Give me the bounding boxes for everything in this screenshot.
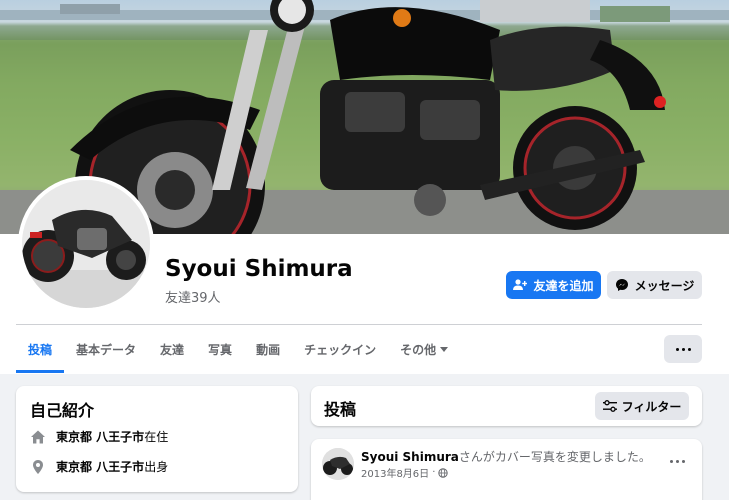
filter-button[interactable]: フィルター bbox=[595, 392, 689, 420]
add-friend-icon bbox=[513, 279, 528, 290]
tab-photos-label: 写真 bbox=[208, 342, 233, 357]
post-date[interactable]: 2013年8月6日 bbox=[361, 465, 429, 480]
tab-friends[interactable]: 友達 bbox=[148, 325, 196, 373]
post-author-name[interactable]: Syoui Shimura bbox=[361, 450, 459, 464]
profile-header: Syoui Shimura 友達39人 友達を追加 メッセージ 投稿 基本データ… bbox=[0, 0, 729, 374]
post-card: Syoui Shimuraさんがカバー写真を変更しました。 2013年8月6日 … bbox=[311, 439, 702, 500]
from-suffix: 出身 bbox=[144, 460, 169, 474]
post-options-dots-icon bbox=[669, 459, 685, 463]
intro-lives-in: 東京都 八王子市在住 bbox=[30, 428, 168, 445]
profile-tabs: 投稿 基本データ 友達 写真 動画 チェックイン その他 bbox=[16, 325, 460, 373]
caret-down-icon bbox=[440, 346, 449, 352]
profile-name: Syoui Shimura bbox=[165, 256, 353, 282]
add-friend-label: 友達を追加 bbox=[533, 278, 594, 293]
filter-sliders-icon bbox=[602, 400, 617, 412]
tab-posts-label: 投稿 bbox=[28, 342, 53, 357]
tab-posts[interactable]: 投稿 bbox=[16, 325, 65, 373]
post-meta-separator: · bbox=[432, 467, 436, 478]
post-headline: Syoui Shimuraさんがカバー写真を変更しました。 bbox=[361, 448, 651, 465]
post-author-avatar[interactable] bbox=[322, 448, 354, 480]
add-friend-button[interactable]: 友達を追加 bbox=[506, 271, 601, 299]
intro-from: 東京都 八王子市出身 bbox=[30, 458, 168, 475]
intro-card: 自己紹介 東京都 八王子市在住 東京都 八王子市出身 bbox=[16, 386, 298, 492]
message-button[interactable]: メッセージ bbox=[607, 271, 702, 299]
tab-photos[interactable]: 写真 bbox=[196, 325, 244, 373]
more-dots-icon bbox=[675, 347, 691, 351]
profile-avatar[interactable] bbox=[18, 176, 154, 312]
tab-more[interactable]: その他 bbox=[388, 325, 460, 373]
tab-check-ins-label: チェックイン bbox=[304, 342, 377, 357]
post-action-text: さんがカバー写真を変更しました。 bbox=[458, 450, 651, 464]
tab-videos-label: 動画 bbox=[256, 342, 281, 357]
filter-label: フィルター bbox=[621, 399, 682, 414]
tab-friends-label: 友達 bbox=[160, 342, 185, 357]
friends-count[interactable]: 友達39人 bbox=[165, 287, 221, 306]
intro-title: 自己紹介 bbox=[30, 401, 95, 420]
post-meta: 2013年8月6日 · bbox=[361, 465, 449, 480]
tab-more-label: その他 bbox=[400, 342, 437, 357]
profile-more-button[interactable] bbox=[664, 335, 702, 363]
post-avatar-motorcycle-image bbox=[322, 448, 354, 480]
home-icon bbox=[31, 430, 45, 443]
lives-in-text: 東京都 八王子市在住 bbox=[56, 428, 168, 445]
lives-in-place[interactable]: 東京都 八王子市 bbox=[56, 430, 144, 444]
tab-check-ins[interactable]: チェックイン bbox=[292, 325, 388, 373]
posts-title: 投稿 bbox=[324, 400, 357, 419]
from-place[interactable]: 東京都 八王子市 bbox=[56, 460, 144, 474]
avatar-motorcycle-image bbox=[22, 180, 150, 308]
lives-in-suffix: 在住 bbox=[144, 430, 169, 444]
from-text: 東京都 八王子市出身 bbox=[56, 458, 168, 475]
location-pin-icon bbox=[33, 459, 43, 474]
messenger-icon bbox=[615, 279, 628, 291]
tab-about[interactable]: 基本データ bbox=[64, 325, 148, 373]
post-options-button[interactable] bbox=[665, 451, 689, 471]
globe-icon bbox=[438, 467, 449, 478]
message-label: メッセージ bbox=[634, 278, 695, 293]
tab-about-label: 基本データ bbox=[76, 342, 137, 357]
posts-header-card: 投稿 フィルター bbox=[311, 386, 702, 426]
tab-videos[interactable]: 動画 bbox=[244, 325, 292, 373]
